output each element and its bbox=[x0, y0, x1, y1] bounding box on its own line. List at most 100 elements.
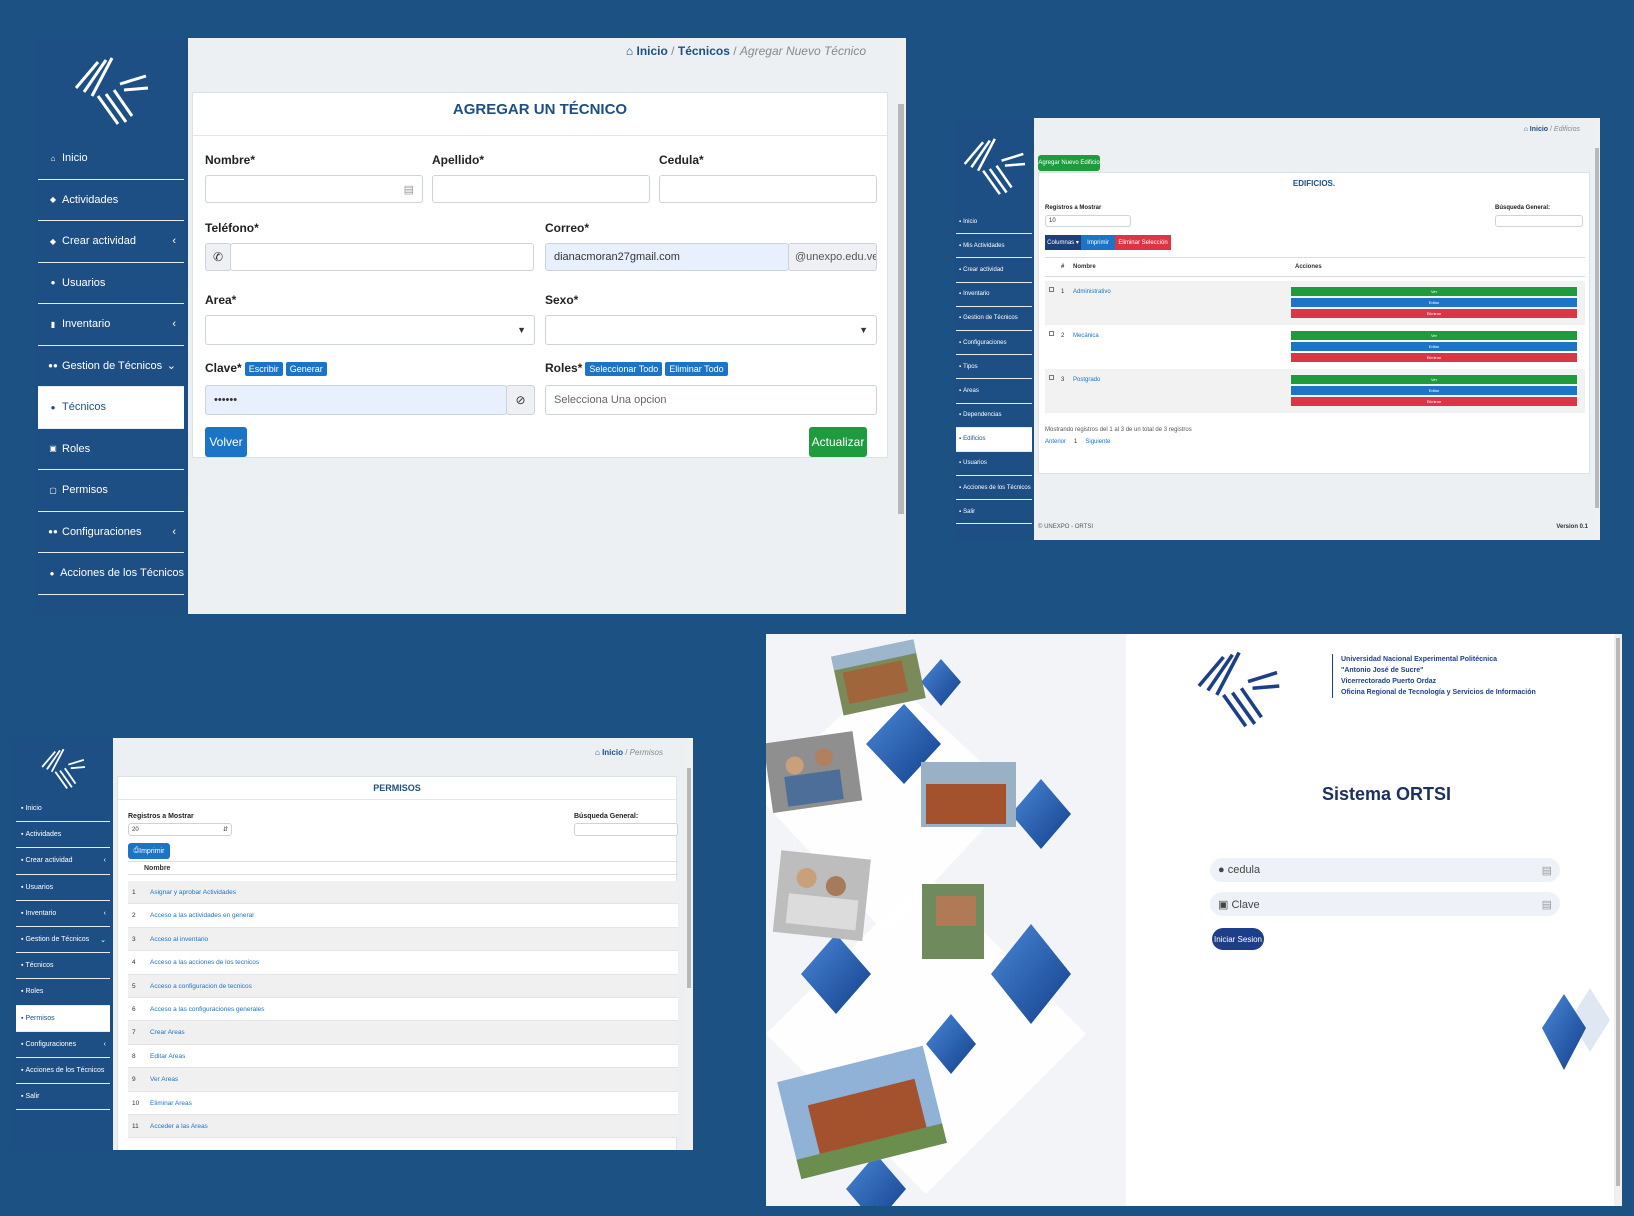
breadcrumb-home[interactable]: Inicio bbox=[636, 44, 667, 58]
actualizar-button[interactable]: Actualizar bbox=[809, 427, 867, 457]
generar-button[interactable]: Generar bbox=[285, 362, 327, 376]
sidebar-item-usuarios[interactable]: ▪ Usuarios bbox=[956, 452, 1032, 477]
sidebar-item-inventario[interactable]: ▪ Inventario ‹ bbox=[16, 901, 110, 927]
sidebar-item-salir[interactable]: ▪ Salir bbox=[956, 500, 1032, 525]
eliminar-button[interactable]: Eliminar bbox=[1291, 397, 1577, 406]
scrollbar-thumb[interactable] bbox=[898, 104, 904, 514]
sidebar-item-actividades[interactable]: ▪ Actividades bbox=[16, 822, 110, 849]
sexo-select[interactable]: ▼ bbox=[545, 315, 877, 345]
pagination-next[interactable]: Siguiente bbox=[1085, 439, 1110, 445]
registros-select[interactable]: 10 bbox=[1045, 215, 1131, 227]
clave-input[interactable]: ▣ Clave ▤ bbox=[1210, 892, 1560, 916]
sidebar-item-acciones-de-los-tecnicos[interactable]: ▪ Acciones de los Técnicos bbox=[16, 1058, 110, 1085]
sidebar-item-gestion-de-tecnicos[interactable]: ●● Gestion de Técnicos ⌄ bbox=[38, 346, 184, 387]
row-checkbox[interactable] bbox=[1049, 375, 1054, 380]
seleccionar-todo-button[interactable]: Seleccionar Todo bbox=[585, 362, 663, 376]
table-row[interactable]: 4 Acceso a las acciones de los tecnicos bbox=[128, 951, 678, 975]
sidebar-item-inventario[interactable]: ▮ Inventario ‹ bbox=[38, 304, 184, 346]
scrollbar[interactable] bbox=[1594, 118, 1600, 540]
correo-input[interactable]: dianacmoran27gmail.com bbox=[545, 243, 789, 271]
table-row[interactable]: 1 Asignar y aprobar Actividades bbox=[128, 881, 678, 905]
escribir-button[interactable]: Escribir bbox=[244, 362, 283, 376]
apellido-input[interactable] bbox=[432, 175, 650, 203]
sidebar-item-areas[interactable]: ▪ Areas bbox=[956, 379, 1032, 404]
sidebar-item-crear-actividad[interactable]: ▪ Crear actividad ‹ bbox=[16, 848, 110, 875]
eliminar-button[interactable]: Eliminar bbox=[1291, 353, 1577, 362]
sidebar-item-gestion-de-tecnicos[interactable]: ▪ Gestion de Técnicos ⌄ bbox=[16, 927, 110, 954]
scrollbar-thumb[interactable] bbox=[687, 768, 691, 988]
row-checkbox[interactable] bbox=[1049, 287, 1054, 292]
table-row[interactable]: 9 Ver Areas bbox=[128, 1068, 678, 1092]
iniciar-sesion-button[interactable]: Iniciar Sesion bbox=[1212, 928, 1264, 950]
sidebar-item-dependencias[interactable]: ▪ Dependencias bbox=[956, 404, 1032, 428]
breadcrumb-tecnicos[interactable]: Técnicos bbox=[678, 44, 730, 58]
sidebar-item-tecnicos[interactable]: ● Técnicos bbox=[38, 387, 184, 429]
ver-button[interactable]: Ver bbox=[1291, 331, 1577, 340]
sidebar-item-tecnicos[interactable]: ▪ Técnicos bbox=[16, 953, 110, 980]
table-row[interactable]: 8 Editar Areas bbox=[128, 1044, 678, 1069]
add-edificio-button[interactable]: Agregar Nuevo Edificio bbox=[1038, 155, 1100, 171]
sidebar-item-configuraciones[interactable]: ▪ Configuraciones bbox=[956, 331, 1032, 356]
pagination-previous[interactable]: Anterior bbox=[1045, 439, 1066, 445]
sidebar-item-usuarios[interactable]: ▪ Usuarios bbox=[16, 875, 110, 901]
sidebar-item-actividades[interactable]: ◆ Actividades bbox=[38, 180, 184, 221]
editar-button[interactable]: Editar bbox=[1291, 342, 1577, 351]
columnas-button[interactable]: Columnas ▾ bbox=[1045, 235, 1081, 250]
table-row[interactable]: 3 Acceso al inventario bbox=[128, 927, 678, 952]
toggle-password-button[interactable]: ⊘ bbox=[506, 385, 535, 415]
eliminar-todo-button[interactable]: Eliminar Todo bbox=[665, 362, 728, 376]
sidebar-item-configuraciones[interactable]: ●● Configuraciones ‹ bbox=[38, 512, 184, 553]
roles-select[interactable]: Selecciona Una opcion bbox=[545, 385, 877, 415]
table-row[interactable]: 2 Acceso a las actividades en general bbox=[128, 904, 678, 928]
sidebar-item-usuarios[interactable]: ● Usuarios bbox=[38, 263, 184, 304]
ver-button[interactable]: Ver bbox=[1291, 375, 1577, 384]
cedula-input[interactable]: ● cedula ▤ bbox=[1210, 858, 1560, 882]
sidebar-item-inicio[interactable]: ⌂ Inicio bbox=[38, 138, 184, 180]
imprimir-button[interactable]: Imprimir bbox=[1081, 235, 1115, 250]
sidebar-item-roles[interactable]: ▪ Roles bbox=[16, 979, 110, 1006]
scrollbar-thumb[interactable] bbox=[1595, 148, 1599, 508]
eliminar-button[interactable]: Eliminar bbox=[1291, 309, 1577, 318]
nombre-input[interactable]: ▤ bbox=[205, 175, 423, 203]
sidebar-item-roles[interactable]: ▣ Roles bbox=[38, 429, 184, 470]
eliminar-seleccion-button[interactable]: Eliminar Selección bbox=[1115, 235, 1171, 250]
row-checkbox[interactable] bbox=[1049, 331, 1054, 336]
table-row[interactable]: 11 Acceder a las Areas bbox=[128, 1114, 678, 1139]
imprimir-button[interactable]: ⎙ Imprimir bbox=[128, 843, 170, 859]
cedula-input[interactable] bbox=[659, 175, 877, 203]
scrollbar[interactable] bbox=[685, 738, 693, 1150]
sidebar-item-gestion-de-tecnicos[interactable]: ▪ Gestion de Técnicos bbox=[956, 307, 1032, 331]
breadcrumb-home[interactable]: Inicio bbox=[602, 748, 623, 757]
scrollbar-thumb[interactable] bbox=[1616, 638, 1620, 1186]
scrollbar[interactable] bbox=[1614, 634, 1622, 1206]
sidebar-item-inicio[interactable]: ▪ Inicio bbox=[16, 796, 110, 823]
sidebar-item-configuraciones[interactable]: ▪ Configuraciones ‹ bbox=[16, 1032, 110, 1058]
telefono-input[interactable] bbox=[230, 243, 534, 271]
busqueda-input[interactable] bbox=[1495, 215, 1583, 227]
table-row[interactable]: 6 Acceso a las configuraciones generales bbox=[128, 997, 678, 1022]
sidebar-item-crear-actividad[interactable]: ▪ Crear actividad bbox=[956, 258, 1032, 283]
table-row[interactable]: 5 Acceso a configuracion de tecnicos bbox=[128, 974, 678, 998]
scrollbar[interactable] bbox=[896, 38, 906, 614]
sidebar-item-tipos[interactable]: ▪ Tipos bbox=[956, 355, 1032, 380]
area-select[interactable]: ▼ bbox=[205, 315, 535, 345]
editar-button[interactable]: Editar bbox=[1291, 386, 1577, 395]
busqueda-input[interactable] bbox=[574, 823, 678, 836]
sidebar-item-acciones-de-los-tecnicos[interactable]: ▪ Acciones de los Técnicos bbox=[956, 476, 1032, 501]
sidebar-item-edificios[interactable]: ▪ Edificios bbox=[956, 427, 1032, 452]
sidebar-item-crear-actividad[interactable]: ◆ Crear actividad ‹ bbox=[38, 221, 184, 263]
sidebar-item-inventario[interactable]: ▪ Inventario bbox=[956, 283, 1032, 307]
sidebar-item-permisos[interactable]: ▪ Permisos bbox=[16, 1005, 110, 1032]
sidebar-item-permisos[interactable]: ▢ Permisos bbox=[38, 470, 184, 512]
breadcrumb-home[interactable]: Inicio bbox=[1530, 126, 1548, 133]
pagination-page-1[interactable]: 1 bbox=[1074, 439, 1077, 445]
table-row[interactable]: 10 Eliminar Areas bbox=[128, 1091, 678, 1115]
clave-input[interactable]: •••••• bbox=[205, 385, 507, 415]
sidebar-item-acciones-de-los-tecnicos[interactable]: ● Acciones de los Técnicos bbox=[38, 553, 184, 595]
sidebar-item-salir[interactable]: ▪ Salir bbox=[16, 1084, 110, 1111]
sidebar-item-inicio[interactable]: ▪ Inicio bbox=[956, 210, 1032, 235]
volver-button[interactable]: Volver bbox=[205, 427, 247, 457]
ver-button[interactable]: Ver bbox=[1291, 287, 1577, 296]
sidebar-item-mis-actividades[interactable]: ▪ Mis Actividades bbox=[956, 234, 1032, 259]
editar-button[interactable]: Editar bbox=[1291, 298, 1577, 307]
